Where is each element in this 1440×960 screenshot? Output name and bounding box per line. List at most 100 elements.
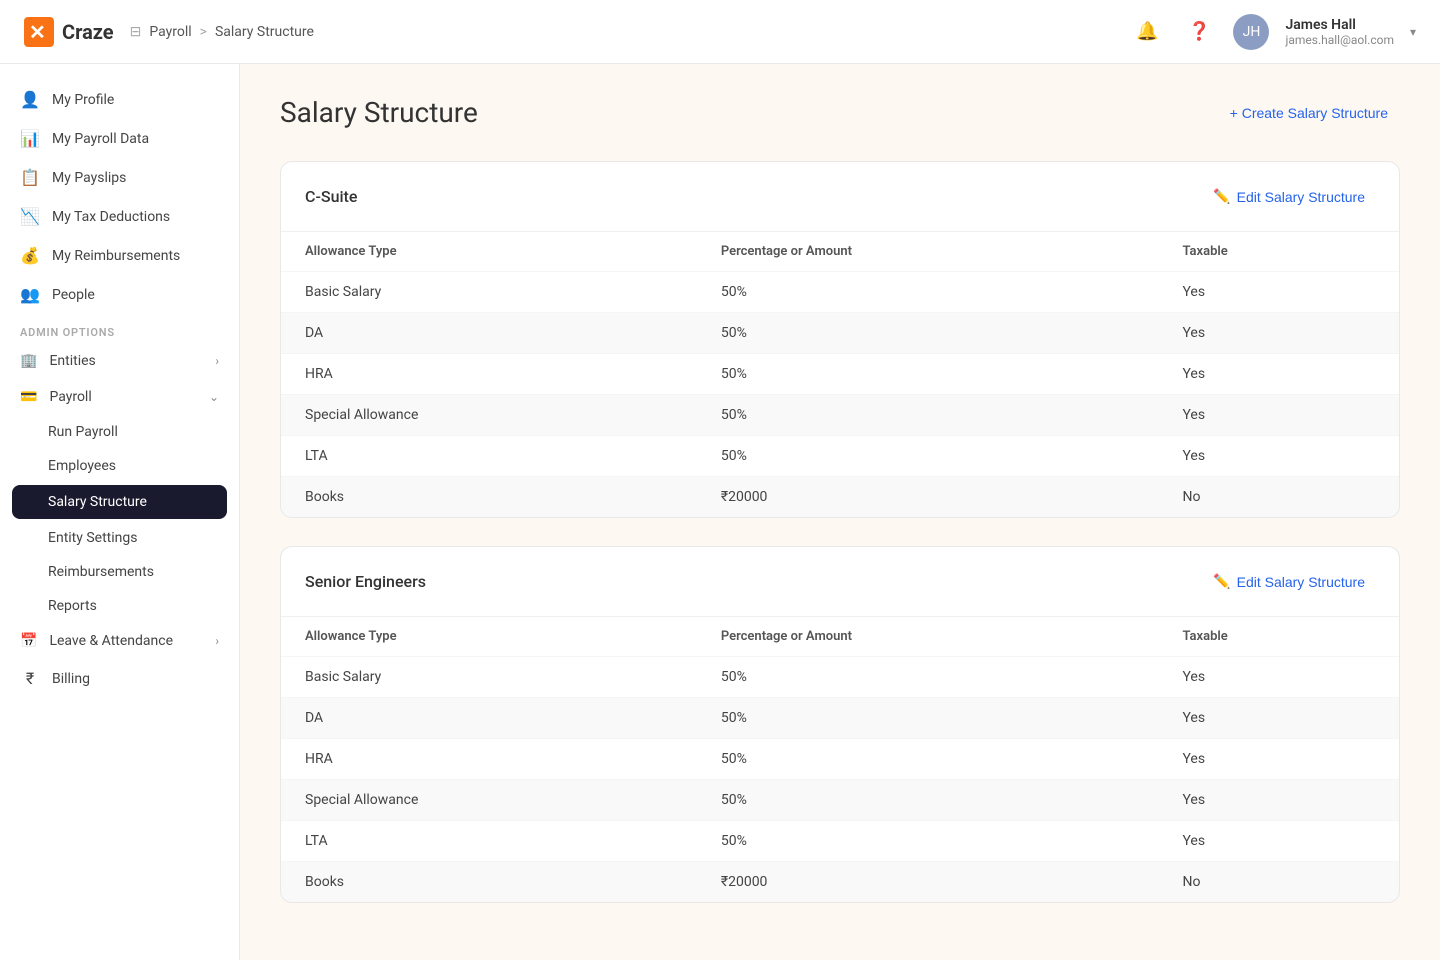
page-header: Salary Structure + Create Salary Structu…	[280, 96, 1400, 129]
payslips-icon: 📋	[20, 168, 40, 187]
table-row: Books ₹20000 No	[281, 862, 1399, 903]
cell-percentage: 50%	[697, 272, 1159, 313]
sidebar-label-employees: Employees	[48, 458, 116, 474]
sidebar-item-my-reimbursements[interactable]: 💰 My Reimbursements	[0, 236, 239, 275]
tax-icon: 📉	[20, 207, 40, 226]
svg-text:✕: ✕	[29, 22, 46, 44]
cell-allowance-type: Basic Salary	[281, 272, 697, 313]
sidebar-label-entity-settings: Entity Settings	[48, 530, 137, 546]
logo-text: Craze	[62, 20, 114, 44]
cell-allowance-type: Basic Salary	[281, 657, 697, 698]
breadcrumb-separator: >	[200, 24, 207, 40]
cell-taxable: Yes	[1158, 313, 1399, 354]
table-row: Basic Salary 50% Yes	[281, 272, 1399, 313]
cell-percentage: 50%	[697, 395, 1159, 436]
sidebar-label-my-payslips: My Payslips	[52, 170, 126, 186]
sidebar-sub-item-run-payroll[interactable]: Run Payroll	[0, 415, 239, 449]
help-button[interactable]: ❓	[1181, 14, 1217, 50]
edit-label-c-suite: Edit Salary Structure	[1237, 189, 1365, 205]
sidebar-label-my-payroll-data: My Payroll Data	[52, 131, 149, 147]
sidebar-label-my-profile: My Profile	[52, 92, 114, 108]
cell-percentage: 50%	[697, 821, 1159, 862]
sidebar-item-my-payroll-data[interactable]: 📊 My Payroll Data	[0, 119, 239, 158]
table-row: Books ₹20000 No	[281, 477, 1399, 518]
user-info: James Hall james.hall@aol.com	[1285, 17, 1394, 47]
edit-salary-structure-button-senior-engineers[interactable]: ✏️ Edit Salary Structure	[1203, 567, 1375, 596]
breadcrumb-current: Salary Structure	[215, 24, 314, 40]
admin-section-label: ADMIN OPTIONS	[0, 314, 239, 343]
table-row: DA 50% Yes	[281, 313, 1399, 354]
card-header-c-suite: C-Suite ✏️ Edit Salary Structure	[281, 162, 1399, 231]
cell-taxable: Yes	[1158, 821, 1399, 862]
collapse-icon[interactable]: ⊟	[130, 24, 142, 40]
payroll-icon: 💳	[20, 389, 37, 405]
cell-allowance-type: HRA	[281, 354, 697, 395]
entities-chevron-icon: ›	[215, 354, 219, 368]
edit-icon-senior-engineers: ✏️	[1213, 573, 1230, 590]
table-row: HRA 50% Yes	[281, 354, 1399, 395]
cell-taxable: Yes	[1158, 739, 1399, 780]
cell-taxable: Yes	[1158, 272, 1399, 313]
table-row: Special Allowance 50% Yes	[281, 395, 1399, 436]
edit-salary-structure-button-c-suite[interactable]: ✏️ Edit Salary Structure	[1203, 182, 1375, 211]
card-title-c-suite: C-Suite	[305, 187, 357, 206]
sidebar-sub-item-reports[interactable]: Reports	[0, 589, 239, 623]
cell-allowance-type: DA	[281, 313, 697, 354]
sidebar-sub-item-salary-structure[interactable]: Salary Structure	[12, 485, 227, 519]
cell-allowance-type: DA	[281, 698, 697, 739]
table-row: Special Allowance 50% Yes	[281, 780, 1399, 821]
cell-taxable: Yes	[1158, 354, 1399, 395]
cell-taxable: Yes	[1158, 657, 1399, 698]
sidebar-item-people[interactable]: 👥 People	[0, 275, 239, 314]
logo: ✕ Craze	[24, 17, 114, 47]
sidebar-label-payroll: Payroll	[49, 389, 91, 405]
sidebar-item-my-payslips[interactable]: 📋 My Payslips	[0, 158, 239, 197]
card-title-senior-engineers: Senior Engineers	[305, 572, 426, 591]
sidebar-label-reports: Reports	[48, 598, 97, 614]
sidebar-item-my-profile[interactable]: 👤 My Profile	[0, 80, 239, 119]
logo-icon: ✕	[24, 17, 54, 47]
header: ✕ Craze ⊟ Payroll > Salary Structure 🔔 ❓…	[0, 0, 1440, 64]
cell-allowance-type: Special Allowance	[281, 780, 697, 821]
table-row: LTA 50% Yes	[281, 821, 1399, 862]
col-header-percentage-1: Percentage or Amount	[697, 232, 1159, 272]
cell-percentage: 50%	[697, 739, 1159, 780]
salary-table-c-suite: Allowance Type Percentage or Amount Taxa…	[281, 231, 1399, 517]
sidebar-sub-item-reimbursements[interactable]: Reimbursements	[0, 555, 239, 589]
main-content: Salary Structure + Create Salary Structu…	[240, 64, 1440, 960]
sidebar-sub-item-entity-settings[interactable]: Entity Settings	[0, 521, 239, 555]
col-header-percentage-2: Percentage or Amount	[697, 617, 1159, 657]
cell-percentage: ₹20000	[697, 477, 1159, 518]
main-layout: 👤 My Profile 📊 My Payroll Data 📋 My Pays…	[0, 64, 1440, 960]
breadcrumb-parent[interactable]: Payroll	[149, 24, 191, 40]
sidebar-item-leave-attendance[interactable]: 📅 Leave & Attendance ›	[0, 623, 239, 659]
salary-structure-card-senior-engineers: Senior Engineers ✏️ Edit Salary Structur…	[280, 546, 1400, 903]
sidebar-sub-item-employees[interactable]: Employees	[0, 449, 239, 483]
sidebar-item-my-tax-deductions[interactable]: 📉 My Tax Deductions	[0, 197, 239, 236]
cell-taxable: Yes	[1158, 436, 1399, 477]
avatar: JH	[1233, 14, 1269, 50]
sidebar-item-payroll[interactable]: 💳 Payroll ⌄	[0, 379, 239, 415]
cell-taxable: Yes	[1158, 780, 1399, 821]
cell-percentage: 50%	[697, 698, 1159, 739]
notification-button[interactable]: 🔔	[1129, 14, 1165, 50]
entities-icon: 🏢	[20, 353, 37, 369]
create-salary-structure-button[interactable]: + Create Salary Structure	[1218, 97, 1400, 129]
cell-taxable: No	[1158, 862, 1399, 903]
cell-allowance-type: Books	[281, 862, 697, 903]
cell-allowance-type: HRA	[281, 739, 697, 780]
cell-percentage: 50%	[697, 313, 1159, 354]
cell-percentage: 50%	[697, 780, 1159, 821]
cell-allowance-type: Special Allowance	[281, 395, 697, 436]
payroll-data-icon: 📊	[20, 129, 40, 148]
sidebar-item-billing[interactable]: ₹ Billing	[0, 659, 239, 698]
cell-taxable: Yes	[1158, 698, 1399, 739]
sidebar-item-entities[interactable]: 🏢 Entities ›	[0, 343, 239, 379]
sidebar-label-my-tax-deductions: My Tax Deductions	[52, 209, 170, 225]
col-header-allowance-type-1: Allowance Type	[281, 232, 697, 272]
breadcrumb: ⊟ Payroll > Salary Structure	[130, 24, 314, 40]
user-dropdown-chevron[interactable]: ▾	[1410, 25, 1416, 39]
header-left: ✕ Craze ⊟ Payroll > Salary Structure	[24, 17, 314, 47]
billing-icon: ₹	[20, 669, 40, 688]
sidebar-label-leave-attendance: Leave & Attendance	[49, 633, 173, 649]
